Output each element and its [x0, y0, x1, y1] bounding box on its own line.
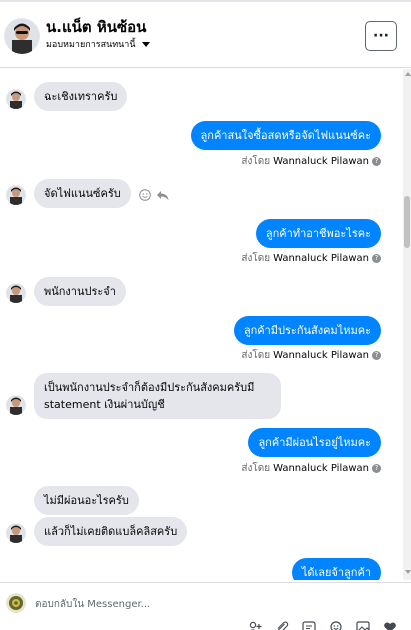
incoming-message[interactable]: แล้วก็ไม่เคยติดแบล็คลิสครับ [34, 517, 188, 546]
more-options-button[interactable]: ··· [365, 21, 397, 51]
sent-by-prefix: ส่งโดย [241, 463, 271, 474]
reply-composer: ตอบกลับใน Messenger... [0, 582, 411, 630]
sent-by-caption: ส่งโดย Wannaluck Pilawan ? [241, 154, 381, 169]
help-icon[interactable]: ? [372, 464, 381, 473]
sent-by-agent: Wannaluck Pilawan [273, 156, 369, 167]
reply-input[interactable]: ตอบกลับใน Messenger... [35, 597, 150, 612]
sender-avatar [6, 395, 26, 415]
incoming-message[interactable]: ไม่มีผ่อนอะไรครับ [34, 486, 139, 515]
more-icon: ··· [373, 28, 389, 44]
composer-toolbar [248, 621, 397, 630]
assign-conversation-dropdown[interactable]: มอบหมายการสนทนานี้ [46, 37, 150, 51]
sent-by-prefix: ส่งโดย [241, 156, 271, 167]
outgoing-message[interactable]: ได้เลยจ้าลูกค้า [291, 558, 381, 580]
help-icon[interactable]: ? [372, 157, 381, 166]
help-icon[interactable]: ? [372, 254, 381, 263]
image-icon[interactable] [356, 621, 370, 630]
sent-by-agent: Wannaluck Pilawan [273, 253, 369, 264]
sent-by-caption: ส่งโดย Wannaluck Pilawan ? [241, 348, 381, 363]
sent-by-agent: Wannaluck Pilawan [273, 350, 369, 361]
reply-icon[interactable] [156, 190, 169, 201]
message-line: เป็นพนักงานประจำก็ต้องมีประกันสังคมครับม… [44, 381, 255, 394]
gif-icon[interactable] [302, 621, 316, 630]
page-avatar [6, 593, 26, 613]
message-line: statement เงินผ่านบัญชี [44, 398, 165, 411]
conversation-header: น.แน็ต หินซ้อน มอบหมายการสนทนานี้ ··· [0, 2, 411, 68]
incoming-message[interactable]: ฉะเชิงเทราครับ [34, 82, 128, 111]
outgoing-message[interactable]: ลูกค้ามีประกันสังคมไหมคะ [233, 316, 381, 345]
sent-by-prefix: ส่งโดย [241, 350, 271, 361]
help-icon[interactable]: ? [372, 351, 381, 360]
add-person-icon[interactable] [248, 621, 262, 630]
scroll-down-arrow[interactable] [405, 570, 411, 574]
scroll-up-arrow[interactable] [405, 72, 411, 76]
sender-avatar [6, 283, 26, 303]
message-thread[interactable]: ฉะเชิงเทราครับ ลูกค้าสนใจซื้อสดหรือจัดไฟ… [0, 69, 403, 580]
incoming-message[interactable]: จัดไฟแนนซ์ครับ [34, 179, 131, 208]
emoji-icon[interactable] [329, 621, 343, 630]
contact-avatar[interactable] [4, 18, 40, 54]
like-icon[interactable] [383, 621, 397, 630]
emoji-icon[interactable] [139, 189, 151, 201]
incoming-message[interactable]: เป็นพนักงานประจำก็ต้องมีประกันสังคมครับม… [34, 373, 281, 419]
chevron-down-icon [141, 41, 150, 47]
sent-by-prefix: ส่งโดย [241, 253, 271, 264]
message-actions [139, 189, 169, 201]
sent-by-caption: ส่งโดย Wannaluck Pilawan ? [241, 251, 381, 266]
sender-avatar [6, 89, 26, 109]
sender-avatar [6, 523, 26, 543]
contact-name: น.แน็ต หินซ้อน [46, 18, 147, 36]
sent-by-agent: Wannaluck Pilawan [273, 463, 369, 474]
sender-avatar [6, 185, 26, 205]
sent-by-caption: ส่งโดย Wannaluck Pilawan ? [241, 461, 381, 476]
scrollbar-thumb[interactable] [404, 196, 410, 248]
outgoing-message[interactable]: ลูกค้าทำอาชีพอะไรคะ [255, 219, 381, 248]
incoming-message[interactable]: พนักงานประจำ [34, 277, 126, 306]
outgoing-message[interactable]: ลูกค้าสนใจซื้อสดหรือจัดไฟแนนซ์คะ [190, 121, 381, 150]
assign-conversation-label: มอบหมายการสนทนานี้ [46, 40, 136, 50]
paperclip-icon[interactable] [275, 621, 289, 630]
outgoing-message[interactable]: ลูกค้ามีผ่อนไรอยู่ไหมคะ [248, 428, 381, 457]
thread-scrollbar[interactable] [403, 69, 411, 580]
